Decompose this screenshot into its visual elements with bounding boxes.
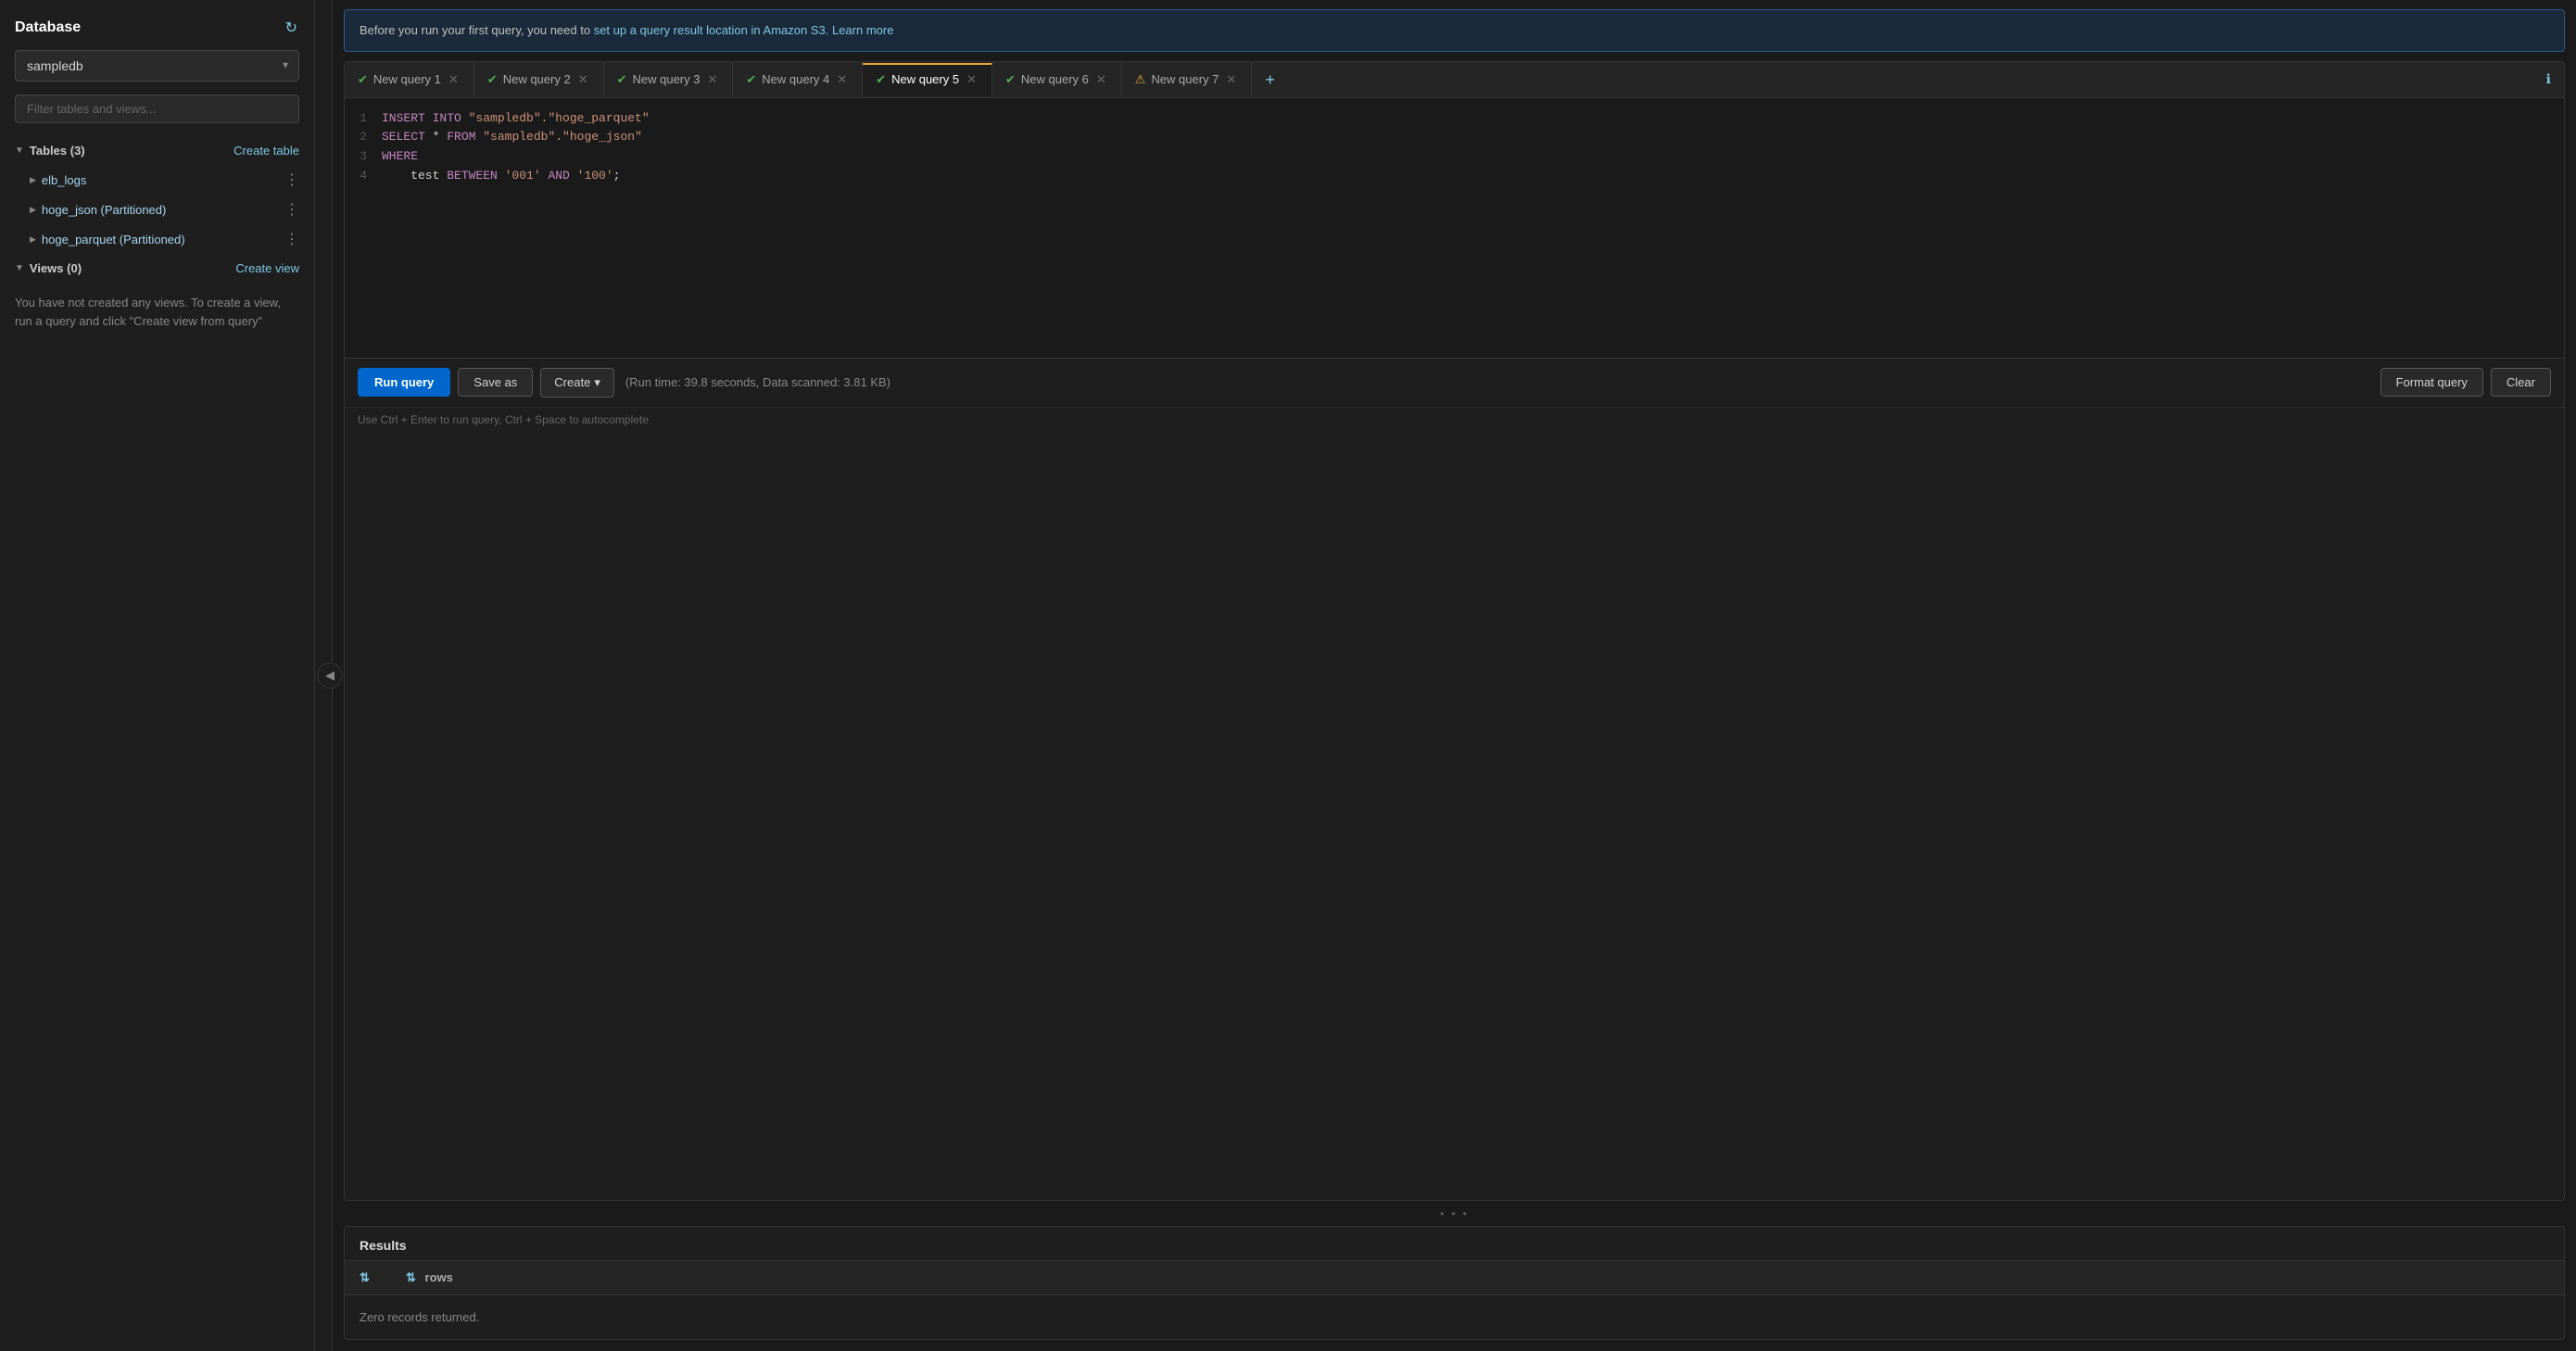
- views-chevron-icon: ▼: [15, 263, 24, 273]
- create-chevron-icon: ▾: [594, 375, 600, 390]
- line-number: 2: [345, 128, 382, 147]
- table-expand-icon: ▶: [30, 205, 36, 215]
- tab-label: New query 1: [373, 72, 441, 86]
- tab-ok-icon: ✔: [1005, 72, 1016, 87]
- views-section-header[interactable]: ▼ Views (0) Create view: [0, 254, 314, 283]
- create-view-button[interactable]: Create view: [235, 261, 299, 275]
- database-selector[interactable]: sampledb: [15, 50, 299, 82]
- tab-label: New query 4: [762, 72, 829, 86]
- rows-sort-icon: ⇅: [406, 1270, 416, 1284]
- tab-label: New query 2: [503, 72, 571, 86]
- tab-q3[interactable]: ✔ New query 3 ✕: [604, 63, 734, 96]
- tab-q2[interactable]: ✔ New query 2 ✕: [474, 63, 604, 96]
- tab-label: New query 7: [1151, 72, 1219, 86]
- tab-q7[interactable]: ⚠ New query 7 ✕: [1122, 63, 1253, 96]
- tables-chevron-icon: ▼: [15, 145, 24, 156]
- refresh-button[interactable]: ↻: [284, 17, 299, 39]
- line-code: SELECT * FROM "sampledb"."hoge_json": [382, 128, 642, 147]
- line-code: WHERE: [382, 147, 418, 167]
- results-table: ⇅ ⇅ rows: [345, 1261, 2564, 1295]
- table-options-button[interactable]: ⋮: [284, 170, 299, 189]
- line-number: 3: [345, 147, 382, 167]
- code-line: 3WHERE: [345, 147, 2564, 167]
- tab-label: New query 3: [633, 72, 701, 86]
- tab-close-button[interactable]: ✕: [705, 73, 719, 85]
- tab-close-button[interactable]: ✕: [835, 73, 849, 85]
- col-rows-header[interactable]: ⇅ rows: [391, 1261, 2564, 1295]
- table-expand-icon: ▶: [30, 175, 36, 185]
- create-label: Create: [554, 375, 590, 389]
- tables-section-label: Tables (3): [30, 144, 85, 158]
- tab-q4[interactable]: ✔ New query 4 ✕: [733, 63, 863, 96]
- table-name-label: hoge_parquet (Partitioned): [42, 233, 185, 246]
- create-table-button[interactable]: Create table: [234, 144, 299, 158]
- tables-section-header[interactable]: ▼ Tables (3) Create table: [0, 136, 314, 165]
- format-query-button[interactable]: Format query: [2380, 368, 2483, 397]
- tab-ok-icon: ✔: [358, 72, 368, 87]
- tab-ok-icon: ✔: [876, 72, 886, 87]
- results-header: Results: [345, 1227, 2564, 1261]
- create-button[interactable]: Create ▾: [540, 368, 614, 398]
- tab-close-button[interactable]: ✕: [965, 73, 979, 85]
- tab-label: New query 6: [1021, 72, 1089, 86]
- tab-ok-icon: ✔: [617, 72, 627, 87]
- table-options-button[interactable]: ⋮: [284, 200, 299, 219]
- line-number: 4: [345, 167, 382, 186]
- editor-toolbar: Run query Save as Create ▾ (Run time: 39…: [345, 358, 2564, 407]
- table-item-elb-logs[interactable]: ▶ elb_logs ⋮: [0, 165, 314, 195]
- tab-close-button[interactable]: ✕: [576, 73, 590, 85]
- table-item-hoge-parquet[interactable]: ▶ hoge_parquet (Partitioned) ⋮: [0, 224, 314, 254]
- tab-ok-icon: ✔: [746, 72, 756, 87]
- code-line: 2SELECT * FROM "sampledb"."hoge_json": [345, 128, 2564, 147]
- tab-label: New query 5: [891, 72, 959, 86]
- table-expand-icon: ▶: [30, 234, 36, 245]
- info-banner: Before you run your first query, you nee…: [344, 9, 2565, 52]
- save-as-button[interactable]: Save as: [458, 368, 533, 397]
- table-item-hoge-json[interactable]: ▶ hoge_json (Partitioned) ⋮: [0, 195, 314, 224]
- tab-close-button[interactable]: ✕: [1224, 73, 1238, 85]
- sidebar-title: Database: [15, 19, 81, 36]
- run-query-button[interactable]: Run query: [358, 368, 450, 397]
- line-number: 1: [345, 109, 382, 129]
- tab-q5[interactable]: ✔ New query 5 ✕: [863, 63, 992, 96]
- table-options-button[interactable]: ⋮: [284, 230, 299, 248]
- editor-hint: Use Ctrl + Enter to run query, Ctrl + Sp…: [345, 407, 2564, 432]
- tabs-bar: ✔New query 1✕✔New query 2✕✔New query 3✕✔…: [345, 62, 2564, 98]
- results-panel: Results ⇅ ⇅ rows Zero records returned.: [344, 1226, 2565, 1340]
- results-empty-text: Zero records returned.: [345, 1295, 2564, 1339]
- table-name-label: hoge_json (Partitioned): [42, 203, 166, 217]
- add-tab-button[interactable]: +: [1252, 62, 1288, 97]
- col-sort-icon-header[interactable]: ⇅: [345, 1261, 391, 1295]
- views-section-label: Views (0): [30, 261, 82, 275]
- resize-handle[interactable]: • • •: [333, 1201, 2576, 1226]
- tab-close-button[interactable]: ✕: [447, 73, 461, 85]
- code-editor[interactable]: 1INSERT INTO "sampledb"."hoge_parquet"2S…: [345, 98, 2564, 358]
- tab-q1[interactable]: ✔ New query 1 ✕: [345, 63, 474, 96]
- filter-input[interactable]: [15, 95, 299, 123]
- tab-warn-icon: ⚠: [1135, 72, 1146, 87]
- code-line: 1INSERT INTO "sampledb"."hoge_parquet": [345, 109, 2564, 129]
- learn-more-link[interactable]: Learn more: [832, 23, 893, 37]
- clear-button[interactable]: Clear: [2491, 368, 2551, 397]
- views-empty-text: You have not created any views. To creat…: [0, 283, 314, 341]
- code-line: 4 test BETWEEN '001' AND '100';: [345, 167, 2564, 186]
- info-icon-button[interactable]: ℹ: [2533, 62, 2564, 96]
- line-code: INSERT INTO "sampledb"."hoge_parquet": [382, 109, 650, 129]
- table-name-label: elb_logs: [42, 173, 86, 187]
- sidebar-collapse-button[interactable]: ◀: [317, 663, 343, 688]
- info-banner-text: Before you run your first query, you nee…: [360, 23, 594, 37]
- col-rows-label: rows: [425, 1270, 453, 1284]
- tab-ok-icon: ✔: [487, 72, 498, 87]
- sort-icon: ⇅: [360, 1270, 370, 1284]
- line-code: test BETWEEN '001' AND '100';: [382, 167, 620, 186]
- tab-q6[interactable]: ✔ New query 6 ✕: [992, 63, 1122, 96]
- tab-close-button[interactable]: ✕: [1094, 73, 1108, 85]
- s3-setup-link[interactable]: set up a query result location in Amazon…: [594, 23, 829, 37]
- run-info-text: (Run time: 39.8 seconds, Data scanned: 3…: [625, 375, 890, 389]
